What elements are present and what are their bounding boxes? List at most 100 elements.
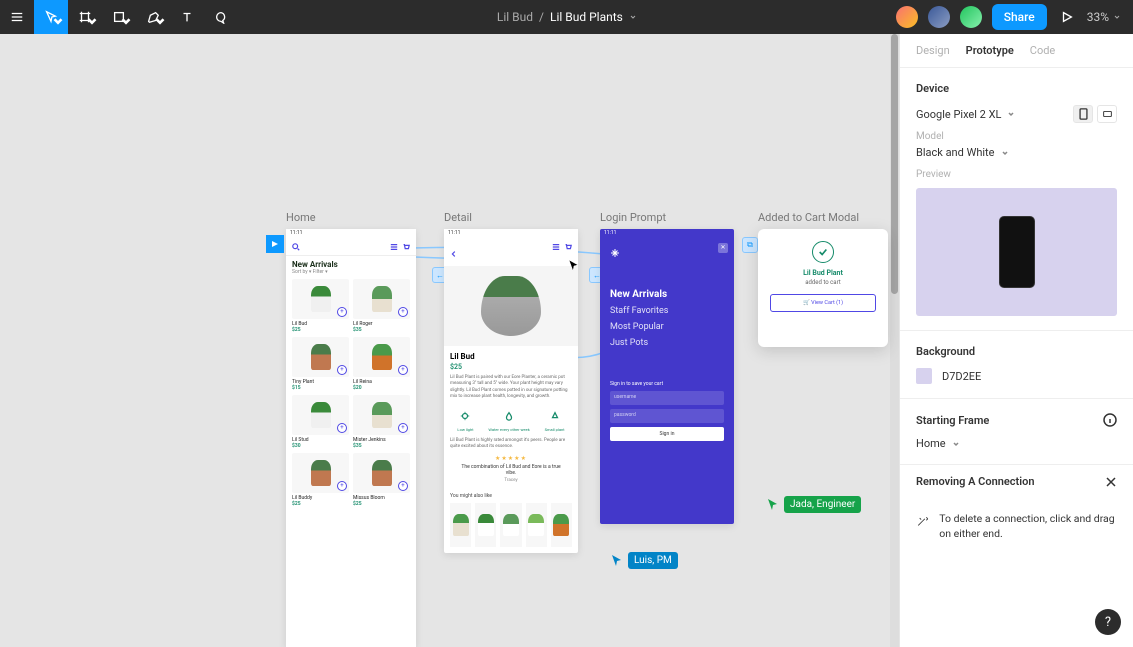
background-section: Background D7D2EE bbox=[900, 331, 1133, 399]
frame-cart-modal[interactable]: Added to Cart Modal Lil Bud Plant added … bbox=[758, 229, 888, 347]
zoom-dropdown[interactable]: 33% bbox=[1087, 10, 1121, 24]
info-icon[interactable] bbox=[1103, 413, 1117, 427]
cart-title: Lil Bud Plant bbox=[770, 269, 876, 277]
orientation-landscape[interactable] bbox=[1097, 105, 1117, 123]
model-dropdown[interactable]: Black and White bbox=[916, 146, 1117, 159]
product-card: Missus Bloom$25 bbox=[353, 453, 410, 507]
share-button[interactable]: Share bbox=[992, 4, 1047, 30]
product-name: Lil Bud bbox=[450, 352, 572, 361]
view-cart-button: 🛒 View Cart (1) bbox=[770, 294, 876, 312]
product-card: Lil Bud$25 bbox=[292, 279, 349, 333]
cursor-icon bbox=[567, 259, 581, 273]
product-price: $35 bbox=[353, 327, 410, 333]
tab-code[interactable]: Code bbox=[1030, 44, 1055, 57]
starting-frame-dropdown[interactable]: Home bbox=[916, 437, 1117, 450]
cart-icon bbox=[402, 243, 410, 251]
sparkle-icon bbox=[610, 248, 620, 258]
product-price: $25 bbox=[292, 327, 349, 333]
sort-filter: Sort by ▾ Filter ▾ bbox=[286, 269, 416, 279]
canvas[interactable]: ← ← ⧉ Home 11:11 New Arrivals Sort by ▾ … bbox=[0, 34, 899, 647]
reviewer-name: Tracey bbox=[450, 478, 572, 483]
collaborator-cursor: Luis, PM bbox=[610, 552, 678, 569]
frame-label[interactable]: Detail bbox=[444, 211, 472, 224]
password-input: password bbox=[610, 409, 724, 423]
move-tool[interactable] bbox=[34, 0, 68, 34]
ymal-row bbox=[444, 503, 578, 553]
text-tool[interactable] bbox=[170, 0, 204, 34]
product-image bbox=[292, 453, 349, 493]
avatar[interactable] bbox=[960, 6, 982, 28]
tip-body: To delete a connection, click and drag o… bbox=[900, 498, 1133, 555]
status-bar: 11:11 bbox=[286, 229, 416, 239]
panel-tabs: Design Prototype Code bbox=[900, 34, 1133, 68]
product-card: Lil Reina$20 bbox=[353, 337, 410, 391]
back-icon bbox=[450, 250, 458, 258]
frame-label[interactable]: Added to Cart Modal bbox=[758, 211, 859, 224]
tab-design[interactable]: Design bbox=[916, 44, 950, 57]
frame-tool[interactable] bbox=[68, 0, 102, 34]
product-price: $25 bbox=[450, 363, 572, 371]
comment-tool[interactable] bbox=[204, 0, 238, 34]
product-desc: Lil Bud Plant is paired with our Eore Pl… bbox=[450, 375, 572, 400]
back-connection-icon[interactable]: ⧉ bbox=[742, 237, 758, 253]
product-card: Lil Buddy$25 bbox=[292, 453, 349, 507]
cart-subtitle: added to cart bbox=[770, 279, 876, 286]
background-color[interactable]: D7D2EE bbox=[916, 368, 1117, 384]
avatar[interactable] bbox=[928, 6, 950, 28]
product-price: $25 bbox=[353, 501, 410, 507]
product-price: $35 bbox=[353, 443, 410, 449]
scrollbar[interactable] bbox=[890, 34, 899, 647]
color-swatch[interactable] bbox=[916, 368, 932, 384]
nav-item: New Arrivals bbox=[610, 286, 724, 303]
section-title: Background bbox=[916, 345, 1117, 358]
menu-icon bbox=[552, 243, 560, 251]
frame-home[interactable]: Home 11:11 New Arrivals Sort by ▾ Filter… bbox=[286, 229, 416, 647]
frame-label[interactable]: Home bbox=[286, 211, 316, 224]
review-text: The combination of Lil Bud and Eore is a… bbox=[450, 462, 572, 478]
product-image bbox=[292, 279, 349, 319]
menu-button[interactable] bbox=[0, 0, 34, 34]
help-button[interactable]: ? bbox=[1095, 609, 1121, 635]
ymal-label: You might also like bbox=[444, 489, 578, 503]
frame-detail[interactable]: Detail 11:11 Lil Bud $25 Lil Bud Plant i… bbox=[444, 229, 578, 553]
orientation-portrait[interactable] bbox=[1073, 105, 1093, 123]
product-price: $30 bbox=[292, 443, 349, 449]
size-icon bbox=[550, 411, 560, 421]
product-card: Tiny Plant$15 bbox=[292, 337, 349, 391]
device-dropdown[interactable]: Google Pixel 2 XL bbox=[916, 108, 1015, 121]
product-price: $15 bbox=[292, 385, 349, 391]
project-name: Lil Bud bbox=[497, 10, 533, 24]
product-card: Lil Roger$35 bbox=[353, 279, 410, 333]
product-image bbox=[292, 395, 349, 435]
product-image bbox=[353, 279, 410, 319]
username-input: username bbox=[610, 391, 724, 405]
tab-prototype[interactable]: Prototype bbox=[966, 44, 1014, 57]
flow-start-badge[interactable] bbox=[266, 235, 284, 253]
close-icon[interactable] bbox=[1105, 476, 1117, 488]
close-icon[interactable]: ✕ bbox=[718, 243, 728, 253]
frame-login[interactable]: Login Prompt 11:11 ✕ New Arrivals Staff … bbox=[600, 229, 734, 524]
product-image bbox=[353, 337, 410, 377]
shape-tool[interactable] bbox=[102, 0, 136, 34]
color-value: D7D2EE bbox=[942, 370, 981, 383]
present-button[interactable] bbox=[1057, 0, 1077, 34]
tip-text: To delete a connection, click and drag o… bbox=[939, 512, 1117, 541]
nav-item: Most Popular bbox=[610, 319, 724, 335]
product-card: Lil Stud$30 bbox=[292, 395, 349, 449]
file-name: Lil Bud Plants bbox=[550, 10, 623, 24]
pen-tool[interactable] bbox=[136, 0, 170, 34]
hero-image bbox=[444, 266, 578, 346]
device-preview bbox=[916, 188, 1117, 316]
cart-icon bbox=[564, 243, 572, 251]
status-bar: 11:11 bbox=[444, 229, 578, 239]
avatar[interactable] bbox=[896, 6, 918, 28]
frame-label[interactable]: Login Prompt bbox=[600, 211, 666, 224]
check-icon bbox=[812, 241, 834, 263]
section-title: Device bbox=[916, 82, 1117, 95]
product-card: Mister Jenkins$35 bbox=[353, 395, 410, 449]
nav-item: Just Pots bbox=[610, 335, 724, 351]
model-label: Model bbox=[916, 131, 1117, 142]
properties-panel: Design Prototype Code Device Google Pixe… bbox=[899, 34, 1133, 647]
signin-button: Sign in bbox=[610, 427, 724, 441]
file-title[interactable]: Lil Bud / Lil Bud Plants bbox=[238, 10, 896, 24]
